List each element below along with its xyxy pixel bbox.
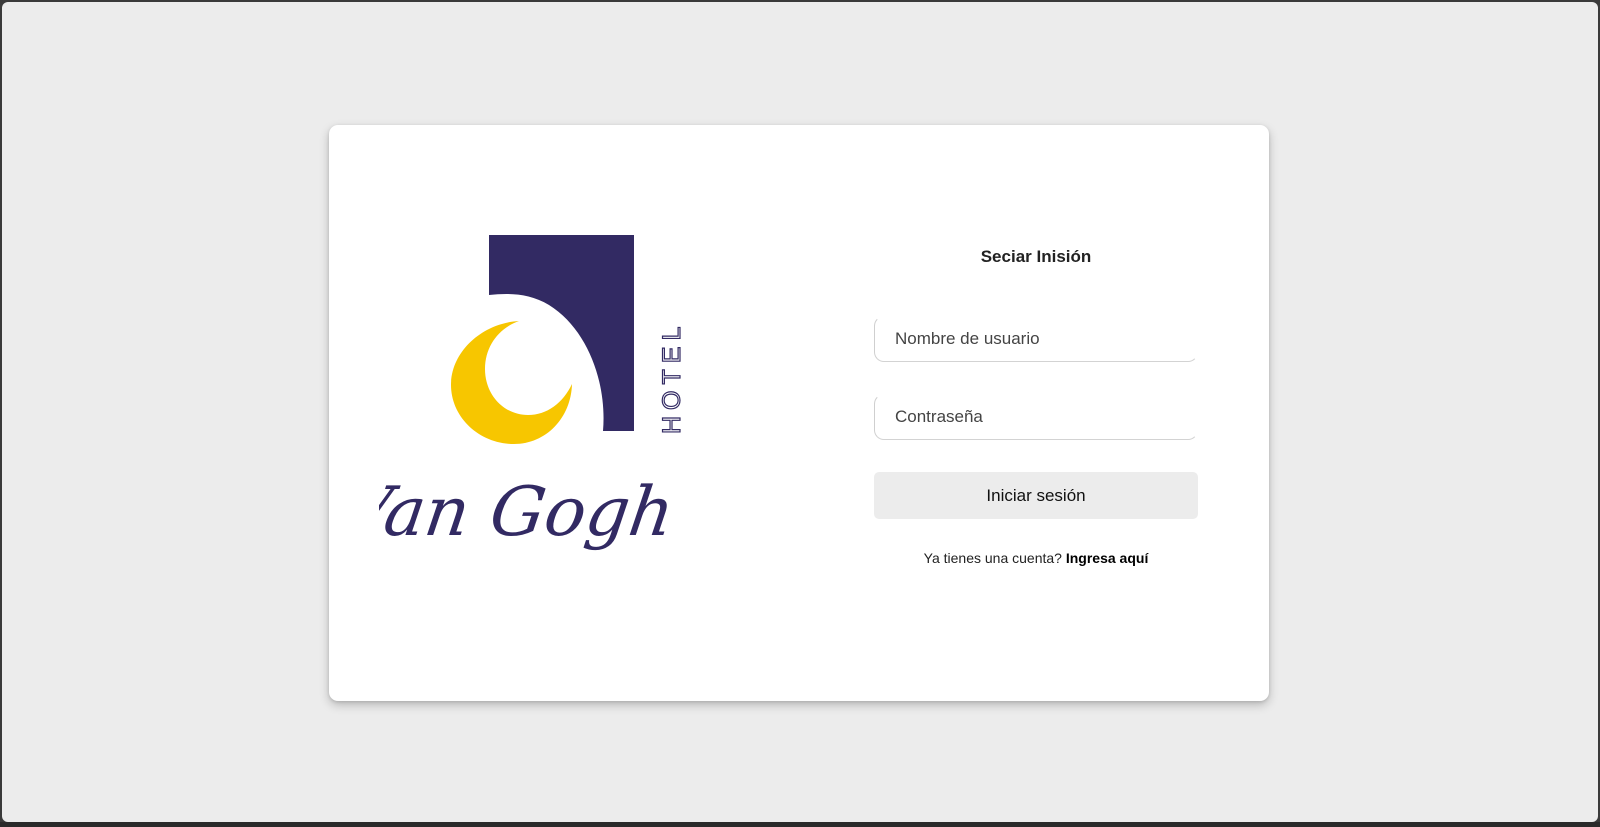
signup-link[interactable]: Ingresa aquí bbox=[1066, 550, 1148, 566]
logo-hotel-text: HOTEL bbox=[658, 321, 686, 434]
logo-van-gogh-text: Van Gogh bbox=[379, 473, 679, 552]
login-form: Seciar Inisión Iniciar sesión Ya tienes … bbox=[874, 245, 1198, 566]
login-button[interactable]: Iniciar sesión bbox=[874, 472, 1198, 519]
logo-moon bbox=[451, 321, 572, 444]
page-background: HOTEL Van Gogh Seciar Inisión Iniciar se… bbox=[2, 2, 1598, 822]
hotel-logo: HOTEL Van Gogh bbox=[379, 235, 749, 585]
login-card: HOTEL Van Gogh Seciar Inisión Iniciar se… bbox=[329, 125, 1269, 701]
van-gogh-logo-graphic: HOTEL Van Gogh bbox=[379, 235, 687, 552]
password-input[interactable] bbox=[874, 394, 1198, 440]
window-bottom-edge bbox=[0, 822, 1600, 827]
form-title: Seciar Inisión bbox=[980, 247, 1092, 266]
username-input[interactable] bbox=[874, 316, 1198, 362]
signup-line: Ya tienes una cuenta? Ingresa aquí bbox=[874, 550, 1198, 566]
signup-prompt: Ya tienes una cuenta? bbox=[923, 550, 1062, 566]
